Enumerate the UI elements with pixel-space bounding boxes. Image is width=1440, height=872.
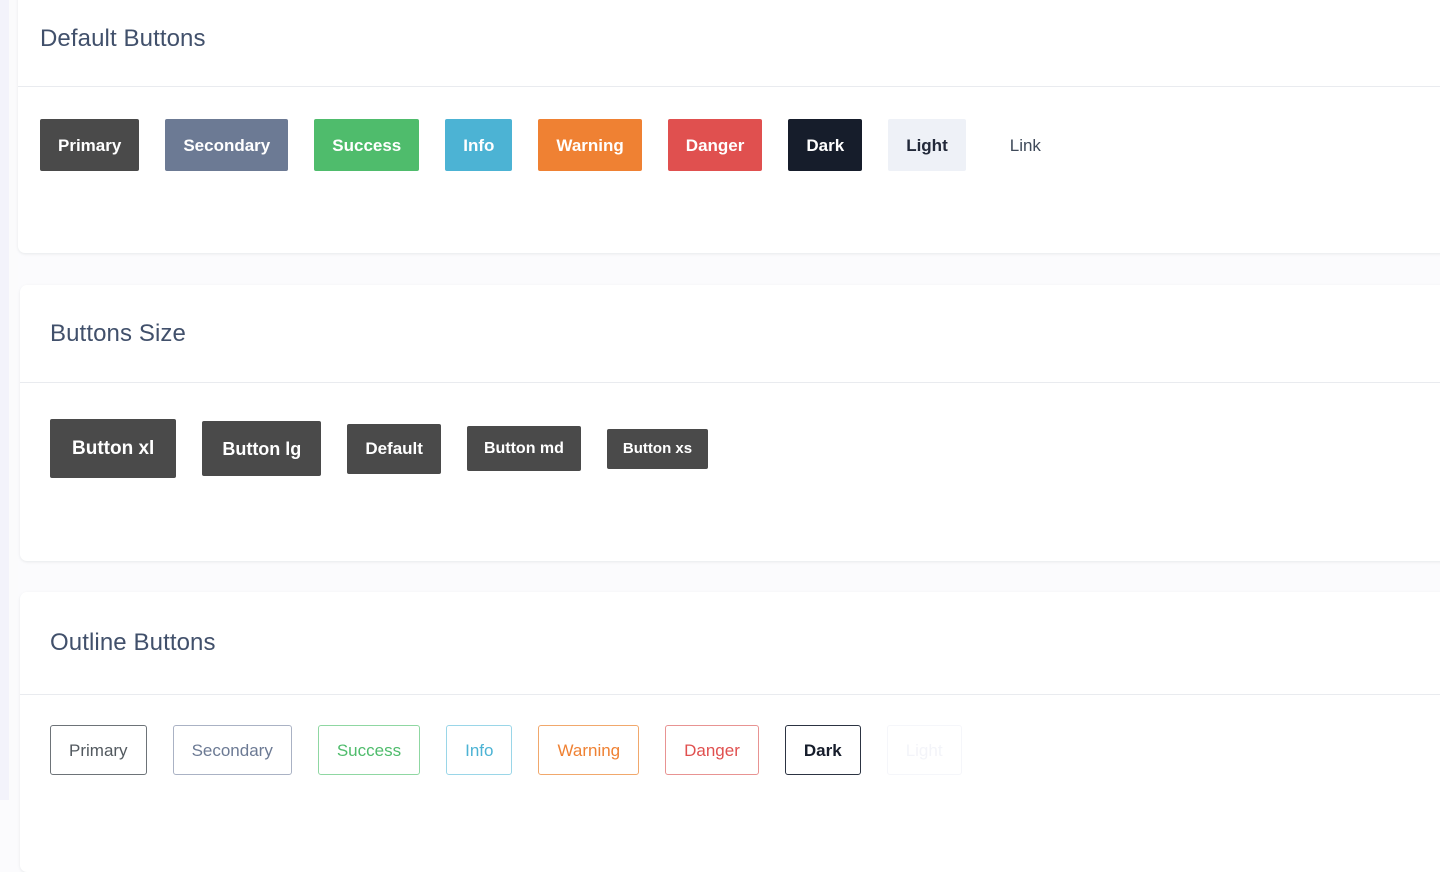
button-danger[interactable]: Danger [667, 119, 763, 171]
card-body-outline-buttons: Primary Secondary Success Info Warning D… [20, 695, 1440, 775]
button-size-lg[interactable]: Button lg [202, 421, 322, 476]
button-size-xs[interactable]: Button xs [606, 428, 709, 469]
button-outline-success[interactable]: Success [317, 725, 421, 775]
card-buttons-size: Buttons Size Button xl Button lg Default… [20, 285, 1440, 561]
button-size-md[interactable]: Button md [466, 426, 581, 471]
button-size-xl[interactable]: Button xl [50, 419, 177, 478]
page-title-outline-buttons: Outline Buttons [50, 629, 216, 656]
button-outline-light[interactable]: Light [886, 725, 962, 775]
button-secondary[interactable]: Secondary [165, 119, 289, 171]
page-left-edge-inner [9, 0, 18, 800]
button-outline-secondary[interactable]: Secondary [172, 725, 292, 775]
button-dark[interactable]: Dark [788, 119, 863, 171]
page-canvas: Default Buttons Primary Secondary Succes… [0, 0, 1440, 872]
button-outline-primary[interactable]: Primary [50, 725, 147, 775]
card-body-default-buttons: Primary Secondary Success Info Warning D… [18, 87, 1440, 171]
button-outline-info[interactable]: Info [446, 725, 513, 775]
button-warning[interactable]: Warning [538, 119, 642, 171]
button-outline-danger[interactable]: Danger [665, 725, 759, 775]
card-header-outline-buttons: Outline Buttons [20, 592, 1440, 695]
button-info[interactable]: Info [445, 119, 513, 171]
page-left-edge-strip [0, 0, 9, 800]
button-size-default[interactable]: Default [347, 423, 441, 474]
button-outline-warning[interactable]: Warning [538, 725, 640, 775]
button-light[interactable]: Light [888, 119, 966, 171]
card-header-default-buttons: Default Buttons [18, 0, 1440, 87]
page-title-default-buttons: Default Buttons [40, 25, 206, 52]
button-success[interactable]: Success [314, 119, 420, 171]
card-header-buttons-size: Buttons Size [20, 285, 1440, 383]
card-outline-buttons: Outline Buttons Primary Secondary Succes… [20, 592, 1440, 872]
card-body-buttons-size: Button xl Button lg Default Button md Bu… [20, 383, 1440, 478]
button-primary[interactable]: Primary [40, 119, 140, 171]
card-default-buttons: Default Buttons Primary Secondary Succes… [18, 0, 1440, 253]
button-outline-dark[interactable]: Dark [784, 725, 861, 775]
page-title-buttons-size: Buttons Size [50, 319, 186, 347]
button-link[interactable]: Link [992, 119, 1059, 171]
